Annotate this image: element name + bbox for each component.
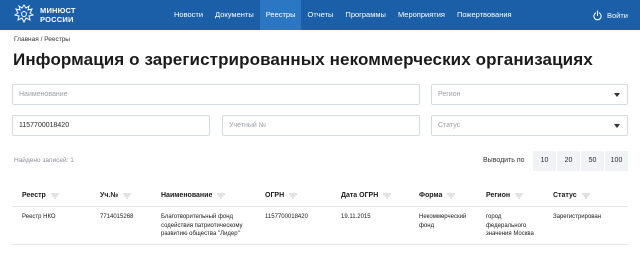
column-header-form[interactable]: Форма	[419, 192, 456, 199]
cell-name-line: содействия патриотическому	[161, 222, 243, 229]
ogrn-input[interactable]: 1157700018420	[12, 115, 210, 136]
ministry-logo-text[interactable]: МИНЮСТ РОССИИ	[40, 6, 76, 24]
sort-icon	[581, 193, 590, 198]
region-select[interactable]: Регион	[431, 84, 628, 105]
cell-region: город федерального значения Москва	[486, 213, 534, 239]
sort-icon	[217, 193, 226, 198]
status-placeholder: Статус	[438, 122, 461, 129]
accounting-number-placeholder: Учетный №	[229, 122, 267, 129]
per-page-10-button[interactable]: 10	[532, 151, 556, 171]
cell-region-line: город	[486, 214, 502, 220]
column-label: Наименование	[161, 192, 213, 199]
power-icon	[593, 10, 602, 20]
column-header-name[interactable]: Наименование	[161, 192, 226, 199]
chevron-down-icon	[614, 93, 620, 97]
breadcrumb-separator: /	[40, 36, 43, 43]
sort-icon	[123, 193, 132, 198]
cell-ogrn-date: 19.11.2015	[341, 214, 371, 220]
main-nav: Новости Документы Реестры Отчеты Програм…	[168, 0, 518, 30]
cell-ogrn: 1157700018420	[265, 214, 308, 220]
cell-form: Некоммерческий фонд	[419, 213, 466, 230]
cell-registry: Реестр НКО	[22, 214, 56, 220]
column-label: ОГРН	[265, 192, 285, 199]
nav-item-programs[interactable]: Программы	[339, 0, 392, 30]
table-header: Реестр Уч.№ Наименование ОГРН Дата ОГРН …	[12, 185, 628, 207]
top-navigation-bar: МИНЮСТ РОССИИ Новости Документы Реестры …	[0, 0, 640, 30]
column-header-ogrn[interactable]: ОГРН	[265, 192, 298, 199]
column-header-acc-no[interactable]: Уч.№	[100, 192, 132, 199]
cell-form-line: фонд	[419, 222, 435, 229]
ministry-emblem-icon[interactable]	[12, 3, 36, 27]
nav-item-registries[interactable]: Реестры	[259, 0, 302, 30]
column-label: Форма	[419, 192, 443, 199]
cell-name[interactable]: Благотворительный фонд содействия патрио…	[161, 213, 261, 239]
cell-name-line: Благотворительный фонд	[161, 214, 234, 220]
column-label: Реестр	[22, 192, 46, 199]
breadcrumb-home[interactable]: Главная	[14, 36, 39, 43]
column-label: Уч.№	[100, 192, 119, 199]
column-header-ogrn-date[interactable]: Дата ОГРН	[341, 192, 392, 199]
page-title: Информация о зарегистрированных некоммер…	[13, 50, 593, 69]
region-placeholder: Регион	[438, 91, 461, 98]
records-found-count: Найдено записей: 1	[14, 157, 74, 164]
name-placeholder: Наименование	[19, 91, 68, 98]
name-search-input[interactable]: Наименование	[12, 84, 420, 105]
accounting-number-input[interactable]: Учетный №	[222, 115, 420, 136]
per-page-label: Выводить по	[483, 157, 525, 164]
nav-item-documents[interactable]: Документы	[209, 0, 260, 30]
sort-icon	[515, 193, 524, 198]
nav-item-donations[interactable]: Пожертвования	[451, 0, 518, 30]
column-header-registry[interactable]: Реестр	[22, 192, 59, 199]
per-page-selector: 10 20 50 100	[532, 151, 628, 171]
column-label: Регион	[486, 192, 511, 199]
cell-region-line: федерального	[486, 222, 527, 229]
sort-icon	[50, 193, 59, 198]
table-row[interactable]: Реестр НКО 7714015268 Благотворительный …	[12, 207, 628, 245]
cell-status: Зарегистрирован	[553, 214, 602, 220]
column-label: Дата ОГРН	[341, 192, 379, 199]
breadcrumb: Главная / Реестры	[14, 36, 70, 43]
cell-acc-no: 7714015268	[100, 214, 134, 220]
logo-line-2: РОССИИ	[40, 15, 74, 24]
per-page-50-button[interactable]: 50	[580, 151, 604, 171]
sort-icon	[383, 193, 392, 198]
cell-name-line: развитию общества "Лидер"	[161, 231, 240, 237]
logo-line-1: МИНЮСТ	[40, 6, 76, 15]
breadcrumb-current: Реестры	[44, 36, 70, 43]
login-label: Войти	[607, 10, 628, 20]
sort-icon	[447, 193, 456, 198]
nav-item-events[interactable]: Мероприятия	[392, 0, 451, 30]
nav-item-news[interactable]: Новости	[168, 0, 209, 30]
cell-region-line: значения Москва	[486, 231, 534, 237]
cell-form-line: Некоммерческий	[419, 214, 467, 220]
column-label: Статус	[553, 192, 577, 199]
ogrn-value: 1157700018420	[19, 122, 70, 129]
login-button[interactable]: Войти	[592, 0, 628, 30]
chevron-down-icon	[614, 124, 620, 128]
status-select[interactable]: Статус	[431, 115, 628, 136]
per-page-20-button[interactable]: 20	[556, 151, 580, 171]
column-header-region[interactable]: Регион	[486, 192, 524, 199]
per-page-100-button[interactable]: 100	[604, 151, 628, 171]
sort-icon	[289, 193, 298, 198]
column-header-status[interactable]: Статус	[553, 192, 590, 199]
nav-item-reports[interactable]: Отчеты	[301, 0, 339, 30]
